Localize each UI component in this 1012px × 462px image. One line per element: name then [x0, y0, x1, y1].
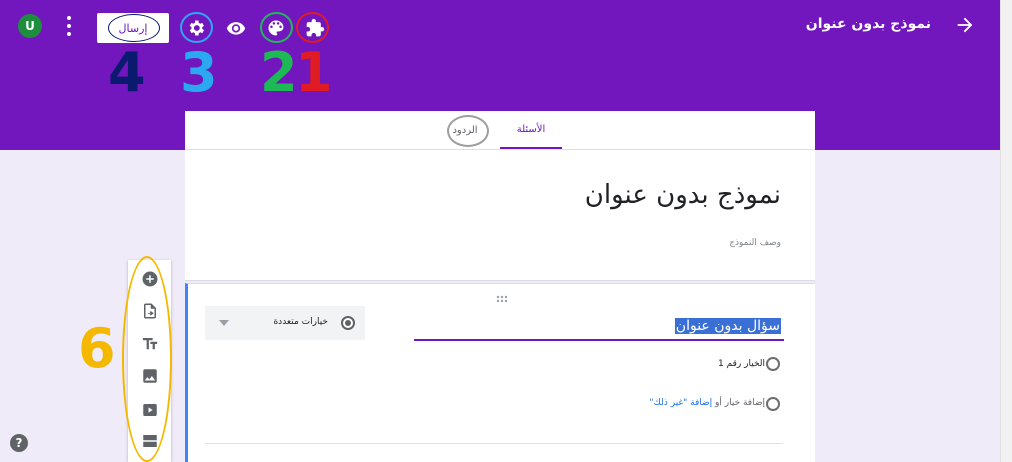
question-title-text: سؤال بدون عنوان: [674, 318, 781, 334]
form-title-card: نموذج بدون عنوان وصف النموذج: [185, 150, 815, 281]
form-description-field[interactable]: وصف النموذج: [729, 238, 781, 248]
dropdown-arrow-icon: [219, 320, 229, 326]
page-title: نموذج بدون عنوان: [805, 16, 931, 32]
page-scrollbar[interactable]: [1000, 0, 1012, 462]
more-vert-icon[interactable]: [64, 14, 74, 38]
drag-handle-icon[interactable]: [496, 288, 512, 303]
tab-bar: الأسئلة الردود: [185, 111, 815, 150]
question-title-input[interactable]: سؤال بدون عنوان: [674, 318, 781, 334]
annotation-circle-2: [260, 12, 293, 43]
question-card[interactable]: سؤال بدون عنوان خيارات متعددة الخيار رقم…: [185, 283, 815, 462]
option-radio-icon: [766, 357, 780, 371]
annotation-circle-6: [122, 256, 172, 462]
avatar[interactable]: U: [18, 14, 42, 38]
tab-questions[interactable]: الأسئلة: [500, 111, 562, 149]
add-option-row: إضافة خيار أو إضافة "غير ذلك": [649, 398, 765, 408]
annotation-number-2: 2: [260, 41, 298, 104]
annotation-number-6: 6: [78, 317, 116, 380]
annotation-circle-5: [447, 115, 489, 147]
add-option-radio-icon: [766, 397, 780, 411]
help-icon[interactable]: ?: [10, 434, 28, 452]
eye-icon[interactable]: [223, 15, 249, 41]
annotation-number-4: 4: [108, 41, 146, 104]
question-type-label: خيارات متعددة: [273, 317, 328, 327]
option-1-label[interactable]: الخيار رقم 1: [718, 359, 765, 369]
radio-checked-icon: [341, 316, 355, 330]
add-other-link[interactable]: إضافة "غير ذلك": [649, 398, 712, 408]
annotation-circle-1: [296, 12, 329, 43]
annotation-circle-4: [108, 14, 160, 42]
form-title[interactable]: نموذج بدون عنوان: [585, 180, 781, 210]
arrow-right-icon[interactable]: [954, 14, 976, 36]
annotation-number-1: 1: [295, 41, 333, 104]
question-title-underline: [414, 339, 784, 341]
question-footer-divider: [205, 443, 783, 444]
add-option-link[interactable]: إضافة خيار: [725, 398, 765, 408]
annotation-circle-3: [180, 12, 213, 43]
or-text: أو: [715, 398, 722, 408]
annotation-number-3: 3: [180, 41, 218, 104]
question-type-select[interactable]: خيارات متعددة: [205, 306, 365, 340]
